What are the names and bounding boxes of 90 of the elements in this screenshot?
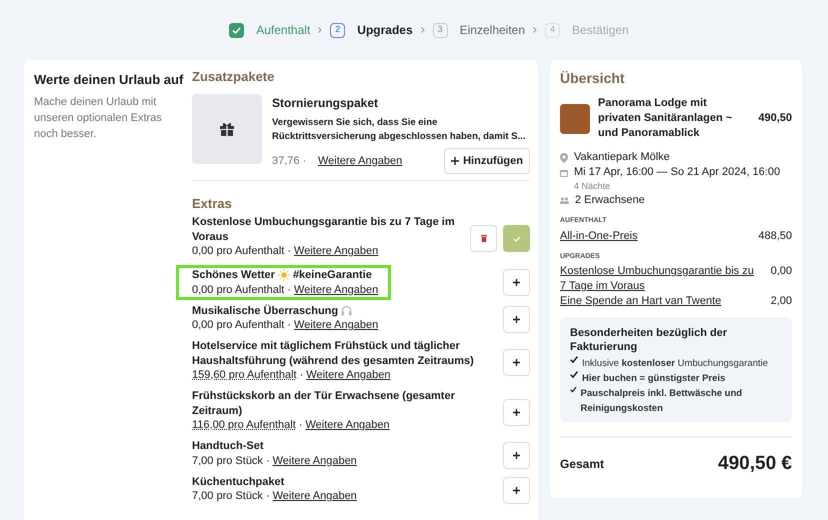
add-button[interactable] (503, 349, 530, 376)
photo-placeholder (560, 104, 590, 134)
extra-price: 159,60 pro Aufenthalt (192, 369, 297, 381)
add-button[interactable]: Hinzufügen (444, 148, 530, 174)
details-link[interactable]: Weitere Angaben (318, 152, 444, 170)
chevron-icon (533, 27, 538, 33)
total-amount: 490,50 € (718, 452, 792, 476)
summary-line-link[interactable]: Kostenlose Umbuchungsgarantie bis zu 7 Tage im Voraus (560, 264, 763, 294)
extra-name: Frühstückskorb an der Tür Erwachsene (gesamter Zeitraum) (192, 389, 456, 418)
extra-price: 0,00 pro Aufenthalt (192, 319, 284, 331)
extra-name: Schönes Wetter (192, 268, 275, 282)
add-button[interactable] (503, 442, 530, 469)
separator-dot: · (287, 245, 292, 257)
plus-icon (513, 316, 520, 324)
package-description: Vergewissern Sie sich, dass Sie eine Rücktrittsversicherung abgeschlossen haben, damit S... (272, 116, 526, 144)
check-icon (512, 236, 520, 242)
details-link[interactable]: Weitere Angaben (272, 454, 357, 466)
separator-dot: · (287, 319, 292, 331)
calendar-icon (560, 168, 568, 176)
details-link[interactable]: Weitere Angaben (294, 319, 378, 331)
chevron-icon (318, 27, 322, 33)
extra-price: 116,00 pro Aufenthalt (192, 419, 296, 431)
line-amount: 488,50 (758, 228, 792, 244)
add-button[interactable] (503, 477, 530, 504)
gift-icon (220, 122, 234, 136)
line-amount: 0,00 (770, 264, 792, 279)
added-check-button[interactable] (503, 225, 530, 252)
extra-name: Hotelservice mit täglichem Frühstück und täglicher Haushaltsführung (während des gesamten Zeitraums) (192, 339, 475, 368)
step-number: 4 (545, 22, 560, 38)
package-price: 37,76 · (272, 154, 308, 169)
extra-name: Handtuch-Set (192, 439, 264, 454)
extra-name: Kostenlose Umbuchungsgarantie bis zu 7 Tage im Voraus (192, 215, 456, 244)
add-button[interactable] (503, 269, 530, 296)
note-text: Pauschalpreis inkl. Bettwäsche und Reinigungskosten (580, 387, 744, 416)
plus-icon (513, 359, 520, 366)
headphones-icon (341, 305, 352, 316)
step-number: 3 (432, 22, 448, 38)
add-button[interactable] (503, 306, 530, 334)
total-label: Gesamt (560, 456, 604, 474)
separator-dot: · (287, 284, 292, 296)
location-pin-icon (560, 152, 568, 162)
summary-heading: Übersicht (560, 69, 626, 88)
plus-icon (513, 279, 520, 286)
separator-dot: · (266, 490, 270, 502)
note-text: Hier buchen = günstigster Preis (582, 372, 726, 386)
plus-icon (513, 452, 520, 459)
hashtag-text: #keineGarantie (292, 268, 372, 282)
extra-name: Küchentuchpaket (192, 474, 284, 489)
summary-line-link[interactable]: Eine Spende an Hart van Twente (560, 294, 722, 309)
details-link[interactable]: Weitere Angaben (294, 284, 378, 296)
nights-count: 4 Nächte (573, 180, 612, 193)
accommodation-price: 490,50 (758, 111, 792, 126)
section-title: Werte deinen Urlaub auf (34, 71, 184, 89)
guests-text: 2 Erwachsene (575, 193, 645, 208)
step-number: 2 (330, 22, 346, 38)
extra-price: 7,00 pro Stück (192, 490, 263, 502)
step-tab[interactable]: Einzelheiten (460, 21, 526, 39)
section-description: Mache deinen Urlaub mit unseren optionalen Extras noch besser. (34, 95, 163, 142)
trash-icon (480, 235, 486, 242)
notes-title: Besonderheiten bezüglich der Fakturierung (570, 326, 728, 354)
note-text: Inklusive kostenloser Umbuchungsgarantie (582, 357, 768, 371)
extra-price: 7,00 pro Stück (192, 454, 263, 466)
section-heading: Zusatzpakete (192, 68, 276, 86)
section-heading: Extras (192, 195, 233, 213)
step-tab[interactable]: Upgrades (357, 21, 413, 39)
separator-dot: · (300, 369, 304, 381)
check-icon (570, 386, 577, 393)
details-link[interactable]: Weitere Angaben (272, 490, 357, 502)
plus-icon (513, 487, 520, 494)
extra-name: Musikalische Überraschung (192, 304, 338, 318)
sun-icon (278, 269, 290, 282)
package-title: Stornierungspaket (272, 95, 380, 111)
chevron-icon (420, 27, 425, 33)
extra-price: 0,00 pro Aufenthalt (192, 284, 284, 296)
add-button[interactable] (503, 399, 530, 426)
accommodation-name: Panorama Lodge mit privaten Sanitäranlagen ~ und Panoramablick (598, 96, 734, 141)
plus-icon (451, 157, 460, 165)
line-amount: 2,00 (770, 294, 792, 309)
delete-button[interactable] (470, 225, 497, 252)
date-range: Mi 17 Apr, 16:00 — So 21 Apr 2024, 16:00 (574, 165, 780, 180)
people-icon (560, 197, 569, 204)
details-link[interactable]: Weitere Angaben (294, 245, 378, 257)
separator-dot: · (266, 454, 270, 466)
extra-price: 0,00 pro Aufenthalt (192, 245, 284, 257)
plus-icon (513, 409, 520, 416)
details-link[interactable]: Weitere Angaben (305, 419, 390, 431)
summary-line-link[interactable]: All-in-One-Preis (560, 228, 638, 244)
location-text: Vakantiepark Mölke (574, 150, 670, 166)
separator-dot: · (298, 419, 302, 431)
details-link[interactable]: Weitere Angaben (306, 369, 390, 381)
